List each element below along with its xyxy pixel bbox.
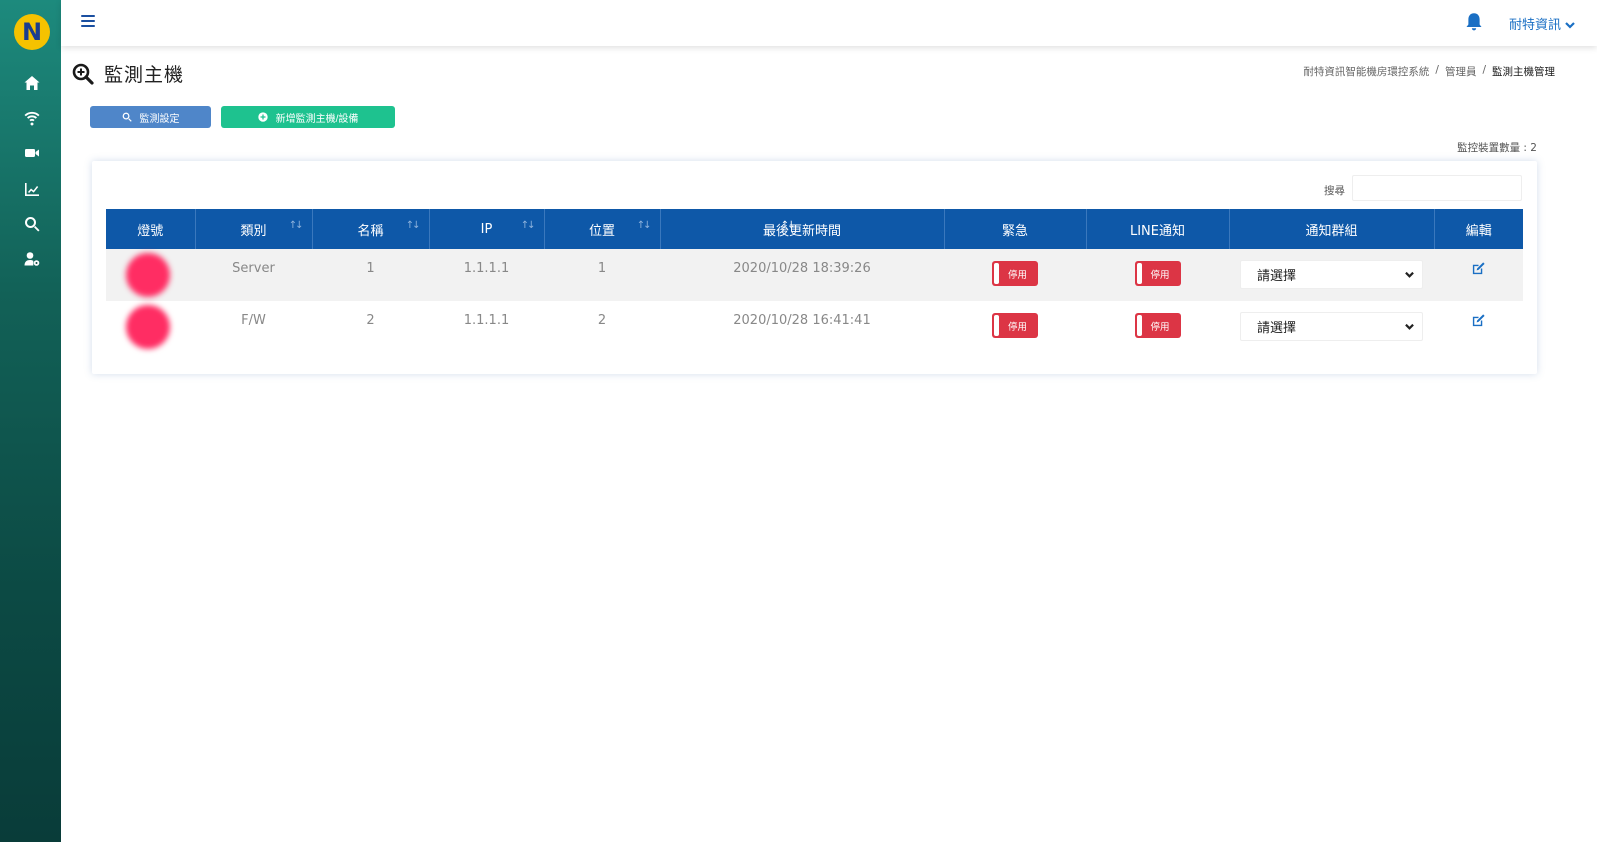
page-title: 監測主機 xyxy=(104,64,185,86)
toggle-label: 停用 xyxy=(1008,269,1028,281)
cell-updated: 2020/10/28 18:39:26 xyxy=(660,249,944,301)
cell-ip: 1.1.1.1 xyxy=(463,313,510,328)
notification-bell-icon[interactable] xyxy=(1464,12,1486,34)
header-lamp[interactable]: 燈號 xyxy=(106,209,196,249)
cell-ip: 1.1.1.1 xyxy=(429,249,544,301)
header-urgent[interactable]: 緊急 xyxy=(944,209,1087,249)
device-count: 監控裝置數量 : 2 xyxy=(1457,142,1537,154)
sidebar-item-search[interactable] xyxy=(21,213,43,235)
chevron-down-icon xyxy=(1565,19,1575,29)
table-row: Server 1 1.1.1.1 1 2020/10/28 18:39:26 停… xyxy=(106,249,1523,301)
zoom-in-icon xyxy=(72,63,94,85)
monitor-setting-label: 監測設定 xyxy=(139,113,180,125)
select-value: 請選擇 xyxy=(1257,321,1297,336)
monitor-setting-button[interactable]: 監測設定 xyxy=(90,106,211,128)
chart-line-icon xyxy=(25,183,39,196)
chevron-down-icon xyxy=(1405,271,1414,278)
sort-icon: ↑↓ xyxy=(405,220,421,231)
edit-icon[interactable] xyxy=(1471,262,1486,280)
select-value: 請選擇 xyxy=(1257,269,1297,284)
table-row: F/W 2 1.1.1.1 2 2020/10/28 16:41:41 停用 停… xyxy=(106,301,1523,353)
user-settings-icon xyxy=(24,252,40,266)
page-header: 監測主機 xyxy=(72,60,184,87)
sidebar-item-users[interactable] xyxy=(21,248,43,270)
breadcrumb-item-system[interactable]: 耐特資訊智能機房環控系統 xyxy=(1303,64,1429,79)
top-bar: 耐特資訊 xyxy=(61,0,1597,46)
user-name: 耐特資訊 xyxy=(1509,18,1562,33)
sidebar: N xyxy=(0,0,61,842)
breadcrumb-item-admin[interactable]: 管理員 xyxy=(1445,64,1477,79)
header-location[interactable]: 位置 ↑↓ xyxy=(544,209,661,249)
sort-icon: ↑↓ xyxy=(288,220,304,231)
cell-category: F/W xyxy=(241,313,266,328)
add-host-label: 新增監測主機/設備 xyxy=(275,113,359,125)
logo-letter: N xyxy=(21,18,43,46)
cell-name: 1 xyxy=(312,249,429,301)
sidebar-item-chart[interactable] xyxy=(21,178,43,200)
sort-icon: ↑↓ xyxy=(636,220,652,231)
notify-group-select[interactable]: 請選擇 xyxy=(1240,312,1423,341)
header-line[interactable]: LINE通知 xyxy=(1086,209,1230,249)
cell-name: 2 xyxy=(366,313,375,328)
cell-location: 2 xyxy=(597,313,607,328)
search-icon xyxy=(25,217,40,232)
header-edit[interactable]: 編輯 xyxy=(1434,209,1523,249)
menu-toggle-icon[interactable] xyxy=(81,15,95,29)
cell-updated: 2020/10/28 16:41:41 xyxy=(733,313,871,328)
search-plus-icon xyxy=(122,112,132,122)
notify-group-select[interactable]: 請選擇 xyxy=(1240,260,1423,289)
table-header-row: 燈號 類別 ↑↓ 名稱 ↑↓ IP ↑↓ 位置 ↑↓ 最後更新時間 ↑↓ 緊急 LINE通… xyxy=(106,209,1523,249)
urgent-toggle[interactable]: 停用 xyxy=(992,261,1038,286)
breadcrumb: 耐特資訊智能機房環控系統 / 管理員 / 監測主機管理 xyxy=(1303,64,1555,79)
sidebar-item-home[interactable] xyxy=(21,72,43,94)
breadcrumb-item-current: 監測主機管理 xyxy=(1492,66,1555,78)
header-group[interactable]: 通知群組 xyxy=(1229,209,1435,249)
host-table-card: 搜尋 燈號 類別 ↑↓ 名稱 ↑↓ IP ↑↓ 位置 ↑↓ 最後更新時間 ↑↓ 緊急 LI… xyxy=(92,161,1537,374)
sidebar-item-network[interactable] xyxy=(21,107,43,129)
edit-icon[interactable] xyxy=(1471,314,1486,332)
app-logo[interactable]: N xyxy=(14,14,50,50)
breadcrumb-separator: / xyxy=(1435,64,1439,76)
toggle-label: 停用 xyxy=(1150,269,1170,281)
toggle-label: 停用 xyxy=(1150,321,1170,333)
cell-category: Server xyxy=(195,249,312,301)
status-lamp xyxy=(126,305,170,349)
sort-desc-icon: ↑↓ xyxy=(780,220,796,231)
plus-circle-icon xyxy=(257,112,268,122)
line-notify-toggle[interactable]: 停用 xyxy=(1134,313,1181,338)
host-table: 燈號 類別 ↑↓ 名稱 ↑↓ IP ↑↓ 位置 ↑↓ 最後更新時間 ↑↓ 緊急 LINE通… xyxy=(106,209,1523,353)
home-icon xyxy=(24,76,40,90)
header-ip[interactable]: IP ↑↓ xyxy=(429,209,545,249)
status-lamp xyxy=(126,253,170,297)
cell-location: 1 xyxy=(544,249,660,301)
header-category[interactable]: 類別 ↑↓ xyxy=(195,209,313,249)
line-notify-toggle[interactable]: 停用 xyxy=(1134,261,1181,286)
search-input[interactable] xyxy=(1352,175,1522,201)
add-host-button[interactable]: 新增監測主機/設備 xyxy=(221,106,395,128)
video-icon xyxy=(25,149,39,157)
search-label: 搜尋 xyxy=(1324,185,1345,197)
header-name[interactable]: 名稱 ↑↓ xyxy=(312,209,430,249)
breadcrumb-separator: / xyxy=(1482,64,1486,76)
header-updated[interactable]: 最後更新時間 ↑↓ xyxy=(660,209,945,249)
urgent-toggle[interactable]: 停用 xyxy=(992,313,1038,338)
toggle-label: 停用 xyxy=(1008,321,1028,333)
chevron-down-icon xyxy=(1405,323,1414,330)
user-menu[interactable]: 耐特資訊 xyxy=(1509,14,1575,33)
sort-icon: ↑↓ xyxy=(520,220,536,231)
sidebar-item-camera[interactable] xyxy=(21,142,43,164)
wifi-icon xyxy=(24,111,40,126)
